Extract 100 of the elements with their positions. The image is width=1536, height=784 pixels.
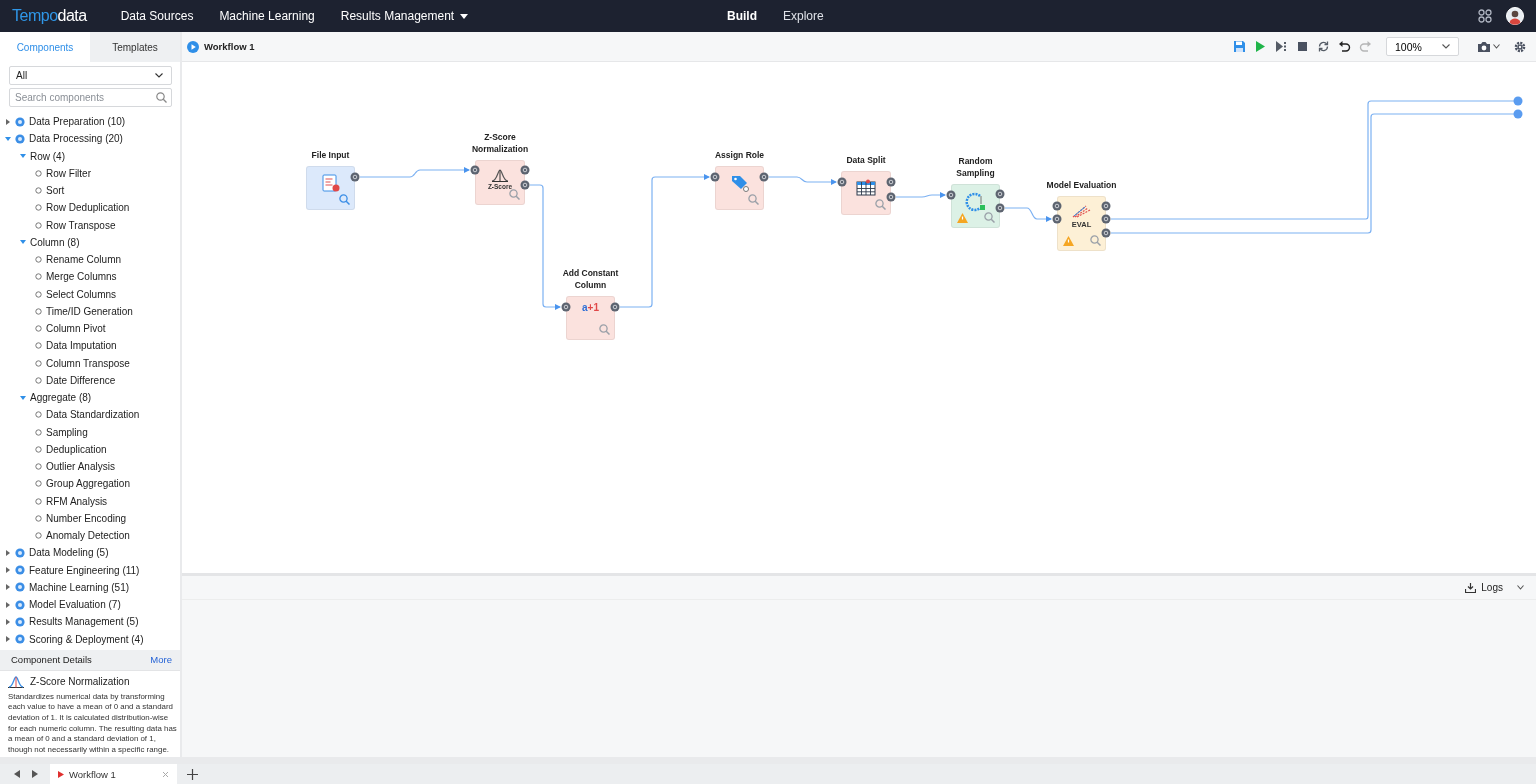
component-item[interactable]: Row Deduplication xyxy=(46,202,130,214)
category-item[interactable]: Aggregate (8) xyxy=(30,392,92,404)
component-item[interactable]: Select Columns xyxy=(46,288,117,300)
chevron-down-icon[interactable] xyxy=(1517,585,1524,590)
node-icon-text: a+1 xyxy=(582,302,599,313)
category-item[interactable]: Results Management (5) xyxy=(29,616,139,628)
workflow-node[interactable] xyxy=(841,171,891,215)
component-item[interactable]: Sampling xyxy=(46,426,88,438)
undo-button[interactable] xyxy=(1338,40,1351,53)
triangle-left-icon xyxy=(14,770,20,778)
component-item[interactable]: Date Difference xyxy=(46,374,116,386)
nav-menu-item[interactable]: Data Sources xyxy=(120,9,194,23)
component-item[interactable]: Sort xyxy=(46,185,65,197)
port-icon[interactable] xyxy=(561,302,571,312)
settings-button[interactable] xyxy=(1514,40,1526,53)
step-run-button[interactable] xyxy=(1275,40,1288,53)
refresh-icon xyxy=(1317,40,1330,53)
component-item[interactable]: Time/ID Generation xyxy=(46,305,133,317)
expand-caret-icon[interactable] xyxy=(5,584,11,591)
component-item[interactable]: Outlier Analysis xyxy=(46,461,115,473)
collapse-caret-icon[interactable] xyxy=(20,394,26,401)
collapse-caret-icon[interactable] xyxy=(20,153,26,160)
component-item[interactable]: RFM Analysis xyxy=(46,495,108,507)
node-label: Assign Role xyxy=(714,149,765,161)
component-item[interactable]: Row Transpose xyxy=(46,219,116,231)
component-item[interactable]: Group Aggregation xyxy=(46,478,130,490)
collapse-caret-icon[interactable] xyxy=(20,239,26,246)
component-item[interactable]: Number Encoding xyxy=(46,512,127,524)
stop-button[interactable] xyxy=(1296,40,1309,53)
category-item[interactable]: Row (4) xyxy=(30,150,65,162)
bullet-icon xyxy=(35,187,42,195)
category-icon xyxy=(15,565,25,576)
collapse-caret-icon[interactable] xyxy=(5,135,11,142)
bullet-icon xyxy=(35,290,42,298)
search-field[interactable]: Search components xyxy=(9,88,172,107)
connector-line xyxy=(768,176,837,185)
expand-caret-icon[interactable] xyxy=(5,618,11,625)
expand-caret-icon[interactable] xyxy=(5,636,11,643)
category-item[interactable]: Data Modeling (5) xyxy=(29,547,109,559)
component-item[interactable]: Deduplication xyxy=(46,443,107,455)
category-item[interactable]: Feature Engineering (11) xyxy=(29,564,140,576)
category-item[interactable]: Model Evaluation (7) xyxy=(29,599,121,611)
bullet-icon xyxy=(35,445,42,453)
search-icon[interactable] xyxy=(339,194,350,205)
port-icon[interactable] xyxy=(350,172,360,182)
logs-button[interactable]: Logs xyxy=(1465,582,1503,593)
avatar-icon[interactable] xyxy=(1506,7,1524,25)
nav-menu-item[interactable]: Results Management xyxy=(340,9,469,23)
category-icon xyxy=(15,616,25,627)
bullet-icon xyxy=(35,480,42,488)
component-item[interactable]: Rename Column xyxy=(46,254,122,266)
apps-icon[interactable] xyxy=(1478,9,1492,23)
component-item[interactable]: Data Imputation xyxy=(46,340,117,352)
expand-caret-icon[interactable] xyxy=(5,118,11,125)
expand-caret-icon[interactable] xyxy=(5,601,11,608)
port-icon[interactable] xyxy=(470,165,480,175)
category-icon xyxy=(15,116,25,127)
port-icon[interactable] xyxy=(710,172,720,182)
workflow-node[interactable] xyxy=(306,166,355,210)
workflow-tab[interactable]: Workflow 1 xyxy=(50,764,177,784)
port-icon[interactable] xyxy=(946,190,956,200)
mode-tab[interactable]: Explore xyxy=(783,9,824,23)
zoom-dropdown[interactable]: 100% xyxy=(1386,37,1459,56)
mode-tab[interactable]: Build xyxy=(727,9,757,23)
bell-curve-icon xyxy=(491,168,509,182)
category-item[interactable]: Column (8) xyxy=(30,236,80,248)
component-item[interactable]: Merge Columns xyxy=(46,271,117,283)
category-item[interactable]: Data Preparation (10) xyxy=(29,116,126,128)
component-item[interactable]: Column Pivot xyxy=(46,323,106,335)
expand-caret-icon[interactable] xyxy=(5,549,11,556)
nav-menu-item[interactable]: Machine Learning xyxy=(219,9,315,23)
bullet-icon xyxy=(35,307,42,315)
component-item[interactable]: Row Filter xyxy=(46,167,91,179)
component-item[interactable]: Column Transpose xyxy=(46,357,130,369)
category-item[interactable]: Data Processing (20) xyxy=(29,133,123,145)
expand-caret-icon[interactable] xyxy=(5,567,11,574)
category-dropdown[interactable]: All xyxy=(9,66,172,85)
port-icon[interactable] xyxy=(610,302,620,312)
category-item[interactable]: Machine Learning (51) xyxy=(29,581,130,593)
chart-lines-icon xyxy=(1072,204,1091,218)
more-link[interactable]: More xyxy=(150,654,172,666)
component-item[interactable]: Data Standardization xyxy=(46,409,140,421)
screenshot-button[interactable] xyxy=(1477,40,1500,53)
workflow-node[interactable] xyxy=(715,166,764,210)
bullet-icon xyxy=(35,273,42,281)
refresh-button[interactable] xyxy=(1317,40,1330,53)
port-icon[interactable] xyxy=(837,177,847,187)
sidebar-tab[interactable]: Components xyxy=(0,32,90,62)
workflow-node[interactable]: a+1 xyxy=(566,296,615,340)
plus-icon xyxy=(187,768,198,780)
node-label: Random Sampling xyxy=(955,155,996,179)
workflow-node[interactable] xyxy=(951,184,1000,228)
bullet-icon xyxy=(35,463,42,471)
category-icon xyxy=(15,133,25,144)
port-icon[interactable] xyxy=(759,172,769,182)
stop-icon xyxy=(1296,40,1309,53)
component-item[interactable]: Anomaly Detection xyxy=(46,530,130,542)
category-item[interactable]: Scoring & Deployment (4) xyxy=(29,633,144,645)
logo[interactable]: Tempodata xyxy=(12,7,87,25)
save-button[interactable] xyxy=(1233,40,1246,53)
